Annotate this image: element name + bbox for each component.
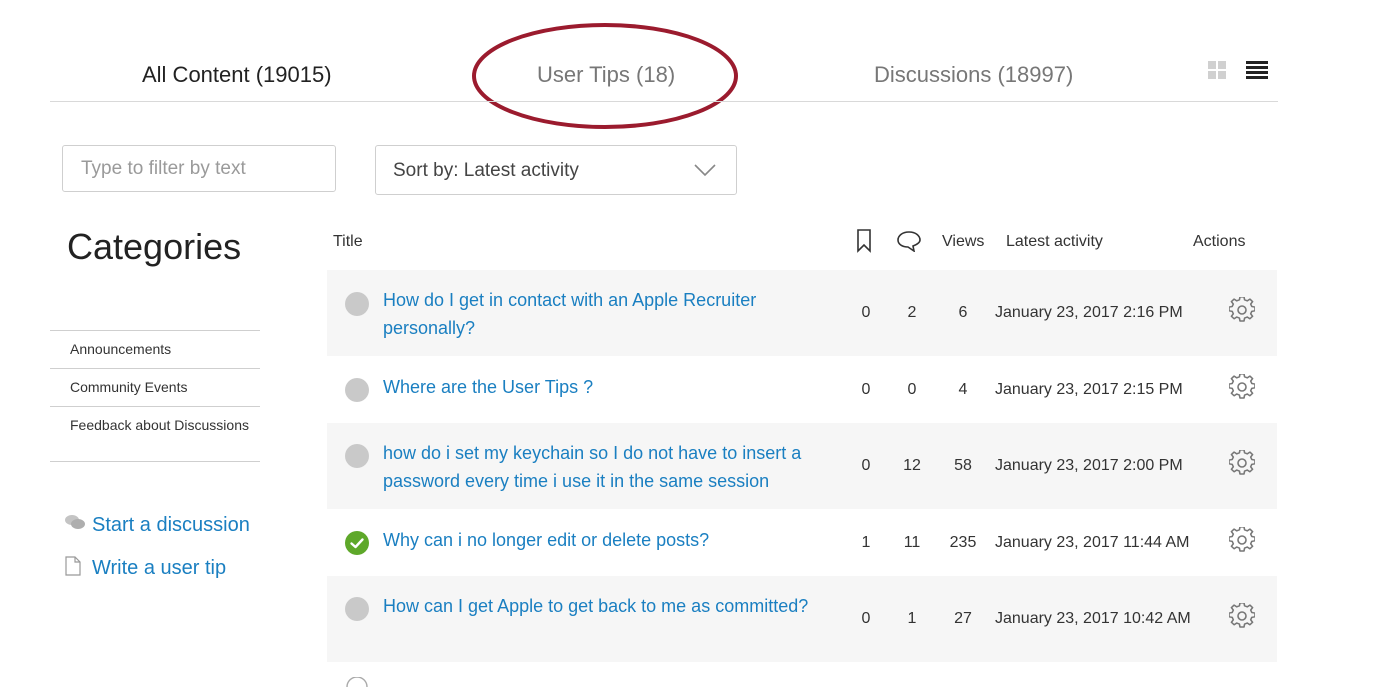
sort-dropdown-label: Sort by: Latest activity [393, 160, 579, 181]
category-feedback-about-discussions[interactable]: Feedback about Discussions [50, 407, 260, 462]
row-title-link[interactable]: How can I get Apple to get back to me as… [383, 592, 823, 620]
categories-heading: Categories [67, 226, 242, 267]
table-row-partial [327, 663, 1277, 687]
grid-view-icon[interactable] [1207, 60, 1227, 80]
row-bookmarks-count: 0 [861, 381, 871, 398]
gear-icon[interactable] [1229, 297, 1255, 323]
table-row: Where are the User Tips ? 0 0 4 January … [327, 357, 1277, 422]
row-latest-activity: January 23, 2017 10:42 AM [995, 610, 1191, 627]
table-row: How can I get Apple to get back to me as… [327, 576, 1277, 662]
table-row: how do i set my keychain so I do not hav… [327, 423, 1277, 509]
gear-icon[interactable] [1229, 527, 1255, 553]
row-latest-activity: January 23, 2017 2:15 PM [995, 381, 1183, 398]
row-title-link[interactable]: How do I get in contact with an Apple Re… [383, 286, 823, 342]
column-header-title[interactable]: Title [333, 233, 363, 251]
row-views-count: 6 [958, 304, 968, 321]
row-views-count: 58 [954, 457, 972, 474]
row-replies-count: 11 [903, 534, 921, 551]
row-title-link[interactable]: Where are the User Tips ? [383, 373, 823, 401]
status-unanswered-icon [345, 444, 369, 468]
speech-bubble-icon[interactable] [896, 230, 922, 257]
chevron-down-icon [694, 164, 716, 177]
status-solved-check-icon [345, 531, 369, 555]
bookmark-icon[interactable] [856, 229, 872, 258]
filter-text-input[interactable] [62, 145, 336, 192]
document-icon [65, 556, 81, 576]
category-community-events[interactable]: Community Events [50, 369, 260, 407]
write-user-tip-label: Write a user tip [92, 557, 227, 579]
table-row: Why can i no longer edit or delete posts… [327, 510, 1277, 575]
gear-icon[interactable] [1229, 374, 1255, 400]
table-row: How do I get in contact with an Apple Re… [327, 270, 1277, 356]
row-replies-count: 0 [907, 381, 917, 398]
row-title-link[interactable]: how do i set my keychain so I do not hav… [383, 439, 823, 495]
row-latest-activity: January 23, 2017 2:16 PM [995, 304, 1183, 321]
column-header-views[interactable]: Views [942, 233, 984, 251]
row-latest-activity: January 23, 2017 2:00 PM [995, 457, 1183, 474]
row-views-count: 4 [958, 381, 968, 398]
discussion-bubbles-icon [65, 515, 85, 529]
category-announcements[interactable]: Announcements [50, 331, 260, 369]
row-replies-count: 2 [907, 304, 917, 321]
category-list: Announcements Community Events Feedback … [50, 330, 260, 462]
column-header-actions: Actions [1193, 233, 1246, 250]
status-unanswered-icon [345, 292, 369, 316]
highlight-ellipse-annotation [472, 23, 738, 129]
column-header-latest-activity[interactable]: Latest activity [1006, 233, 1103, 251]
status-unanswered-icon [345, 597, 369, 621]
gear-icon[interactable] [1229, 450, 1255, 476]
row-views-count: 27 [954, 610, 972, 627]
gear-icon[interactable] [1229, 603, 1255, 629]
row-bookmarks-count: 0 [861, 457, 871, 474]
row-latest-activity: January 23, 2017 11:44 AM [995, 534, 1190, 551]
row-title-link[interactable]: Why can i no longer edit or delete posts… [383, 526, 823, 554]
row-views-count: 235 [949, 534, 977, 551]
tab-all-content[interactable]: All Content (19015) [142, 62, 332, 88]
row-bookmarks-count: 0 [861, 304, 871, 321]
row-replies-count: 1 [907, 610, 917, 627]
status-unanswered-icon [345, 378, 369, 402]
list-view-icon[interactable] [1246, 60, 1268, 80]
row-bookmarks-count: 0 [861, 610, 871, 627]
status-unanswered-icon [346, 677, 368, 687]
row-replies-count: 12 [903, 457, 921, 474]
row-bookmarks-count: 1 [861, 534, 871, 551]
tab-divider [50, 101, 1278, 102]
sort-dropdown[interactable]: Sort by: Latest activity [375, 145, 737, 195]
start-discussion-label: Start a discussion [92, 514, 250, 536]
tab-discussions[interactable]: Discussions (18997) [874, 62, 1073, 88]
